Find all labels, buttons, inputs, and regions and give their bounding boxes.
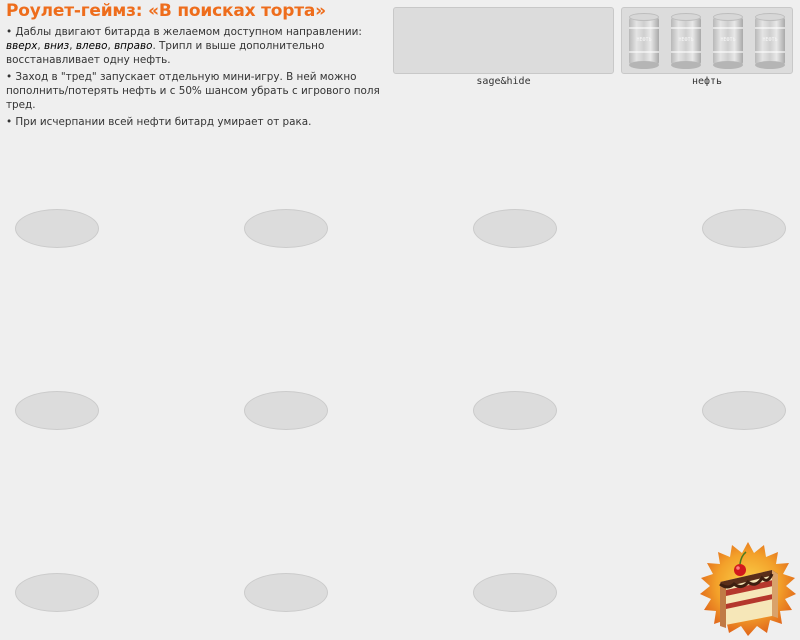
- board-cell[interactable]: [15, 209, 99, 248]
- oil-barrel-icon: НЕФТЬ: [629, 13, 659, 69]
- board-cell[interactable]: [244, 391, 328, 430]
- board-cell[interactable]: [473, 573, 557, 612]
- sage-hide-slot[interactable]: [393, 7, 614, 74]
- rule-death: • При исчерпании всей нефти битард умира…: [6, 116, 312, 128]
- oil-barrel-label: НЕФТЬ: [762, 37, 778, 43]
- oil-barrel-label: НЕФТЬ: [678, 37, 694, 43]
- rule-movement: • Даблы двигают битарда в желаемом досту…: [6, 25, 391, 67]
- direction-right: вправо: [114, 40, 153, 52]
- board-cell[interactable]: [473, 209, 557, 248]
- direction-down: вниз: [44, 40, 70, 52]
- oil-barrel-icon: НЕФТЬ: [713, 13, 743, 69]
- oil-inventory: НЕФТЬ НЕФТЬ НЕФТЬ НЕФТЬ: [621, 7, 793, 74]
- board-cell[interactable]: [244, 209, 328, 248]
- board-cell[interactable]: [702, 209, 786, 248]
- direction-up: вверх: [6, 40, 38, 52]
- board-cell[interactable]: [15, 391, 99, 430]
- oil-barrel-icon: НЕФТЬ: [671, 13, 701, 69]
- board-cell[interactable]: [244, 573, 328, 612]
- board-cell[interactable]: [473, 391, 557, 430]
- game-title: Роулет-геймз: «В поисках торта»: [6, 1, 326, 21]
- cherry: [734, 564, 746, 576]
- board-cell[interactable]: [702, 391, 786, 430]
- cake-icon[interactable]: [698, 540, 798, 640]
- sep: ,: [37, 40, 44, 52]
- board-cell[interactable]: [15, 573, 99, 612]
- direction-left: влево: [75, 40, 108, 52]
- oil-barrel-icon: НЕФТЬ: [755, 13, 785, 69]
- rules-text: • Даблы двигают битарда в желаемом досту…: [6, 25, 391, 132]
- sep: ,: [69, 40, 76, 52]
- oil-label: нефть: [691, 76, 723, 87]
- rule-movement-text: • Даблы двигают битарда в желаемом досту…: [6, 26, 362, 38]
- rule-thread: • Заход в "тред" запускает отдельную мин…: [6, 71, 380, 111]
- sage-hide-label: sage&hide: [476, 76, 531, 87]
- oil-barrel-label: НЕФТЬ: [636, 37, 652, 43]
- oil-barrel-label: НЕФТЬ: [720, 37, 736, 43]
